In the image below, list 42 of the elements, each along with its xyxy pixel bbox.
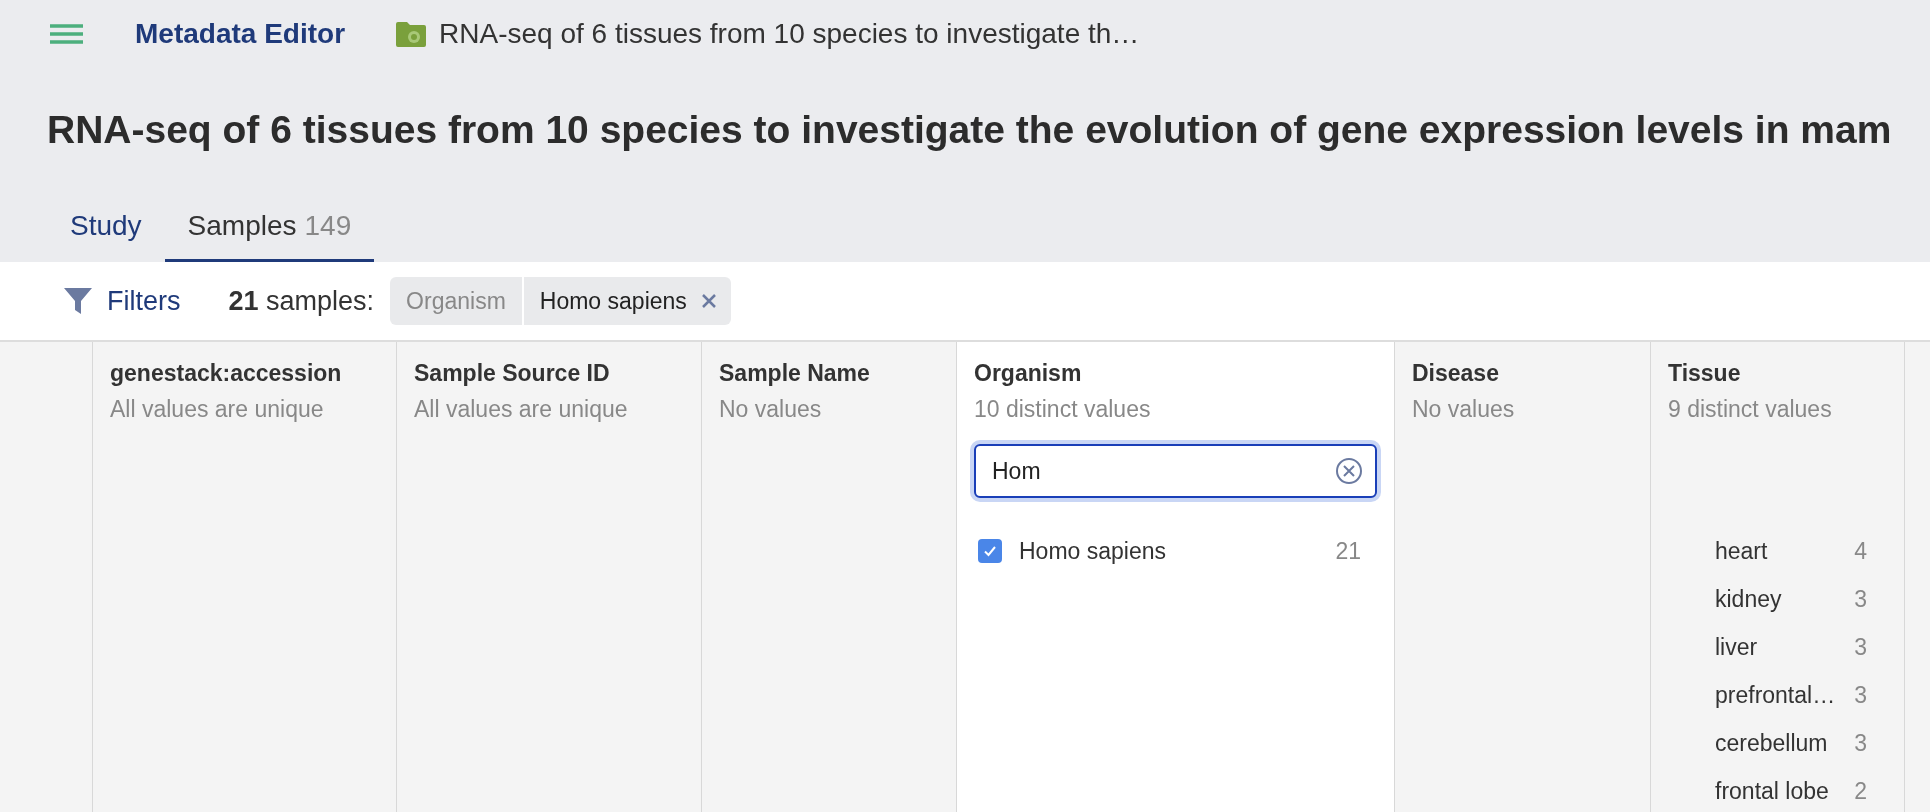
value-label[interactable]: Homo sapiens: [1019, 533, 1336, 569]
value-label[interactable]: cerebellum: [1715, 725, 1855, 761]
value-label[interactable]: frontal lobe: [1715, 773, 1855, 809]
value-count: 3: [1854, 584, 1867, 614]
tab[interactable]: Samples 149: [164, 192, 375, 262]
column-summary: No values: [719, 395, 823, 424]
column-heading: Tissue: [1668, 359, 1742, 388]
menu-icon[interactable]: [50, 23, 83, 45]
value-label[interactable]: prefrontal…: [1715, 677, 1855, 713]
value-count: 3: [1854, 728, 1867, 758]
column-heading: Sample Name: [719, 359, 871, 388]
page-title: RNA-seq of 6 tissues from 10 species to investigate the evolution of gene expression levels in mam: [47, 106, 1892, 153]
search-field[interactable]: Hom: [974, 444, 1377, 498]
filter-chip-field: Organism: [390, 277, 522, 325]
filters-button[interactable]: Filters: [63, 280, 181, 322]
value-count: 4: [1854, 536, 1867, 566]
column-heading: Organism: [974, 359, 1083, 388]
column-heading: genestack:accession: [110, 359, 343, 388]
tab[interactable]: Study: [47, 192, 165, 262]
column-summary: 9 distinct values: [1668, 395, 1833, 424]
value-count: 3: [1854, 680, 1867, 710]
breadcrumb[interactable]: RNA-seq of 6 tissues from 10 species to investigate th…: [439, 13, 1140, 55]
column-heading: Disease: [1412, 359, 1500, 388]
column-summary: All values are unique: [110, 395, 325, 424]
value-count: 3: [1854, 632, 1867, 662]
value-label[interactable]: liver: [1715, 629, 1855, 665]
filter-icon: [63, 286, 93, 316]
close-icon[interactable]: [700, 293, 717, 309]
column-summary: No values: [1412, 395, 1516, 424]
value-count: 21: [1335, 536, 1361, 566]
column-heading: Sample Source ID: [414, 359, 611, 388]
column-summary: 10 distinct values: [974, 395, 1152, 424]
checkbox[interactable]: [978, 539, 1002, 563]
filter-chip[interactable]: Homo sapiens: [523, 277, 731, 325]
clear-icon[interactable]: [1335, 457, 1363, 485]
value-label[interactable]: kidney: [1715, 581, 1855, 617]
value-count: 2: [1854, 776, 1867, 806]
app-title[interactable]: Metadata Editor: [135, 13, 346, 55]
column-summary: All values are unique: [414, 395, 629, 424]
sample-count: 21 samples:: [228, 284, 375, 318]
value-label[interactable]: heart: [1715, 533, 1855, 569]
folder-icon: [395, 20, 428, 48]
